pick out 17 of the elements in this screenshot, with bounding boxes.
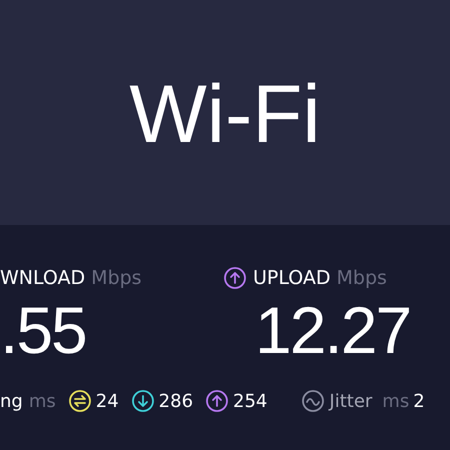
jitter-label: Jitter [329,390,372,412]
unit-label: Mbps [91,267,142,289]
speed-label: WNLOAD [0,267,86,289]
latency-value: 254 [233,390,268,412]
speed-value: 12.27 [254,295,410,365]
swap-arrows-icon [68,389,92,413]
jitter-value: 2 [413,390,425,412]
unit-label: ms [28,390,56,412]
network-title: Wi-Fi [129,68,321,162]
wave-icon [301,389,326,413]
speed-value: .55 [0,295,87,365]
latency-value: 286 [158,390,194,412]
unit-label: ms [382,390,410,412]
speed-label: UPLOAD [253,267,331,289]
ping-label: ng [0,390,23,412]
latency-value: 24 [96,390,119,412]
unit-label: Mbps [336,267,387,289]
